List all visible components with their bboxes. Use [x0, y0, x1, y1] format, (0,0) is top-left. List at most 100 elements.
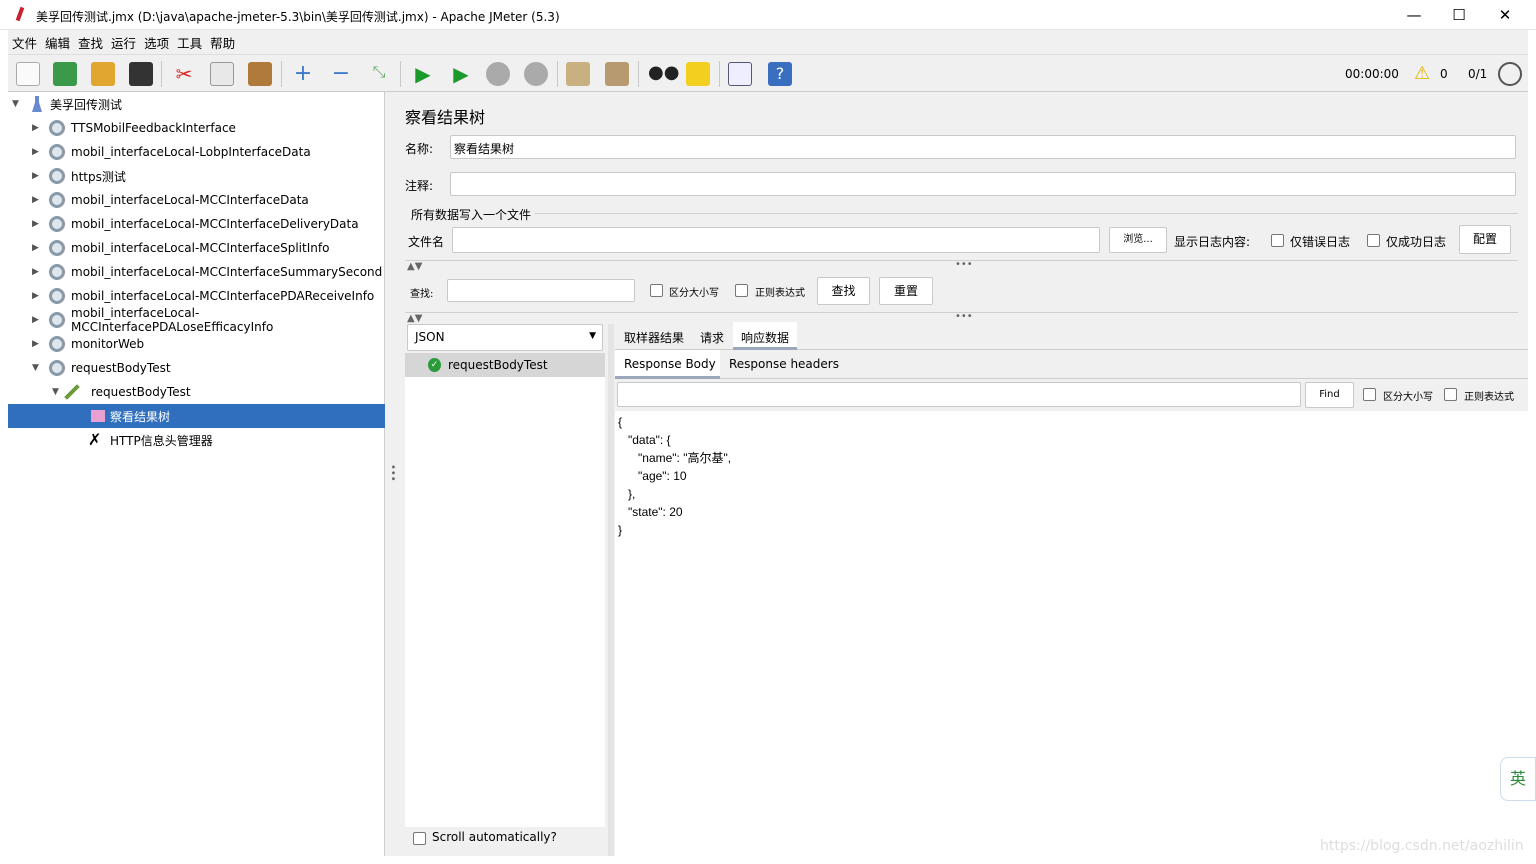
- gear-icon: [49, 240, 65, 256]
- new-icon[interactable]: [16, 62, 40, 86]
- renderer-dropdown[interactable]: JSON ▼: [407, 324, 603, 351]
- chevron-right-icon[interactable]: ▶: [32, 339, 39, 349]
- menu-search[interactable]: 查找: [78, 33, 103, 52]
- start-no-pause-icon[interactable]: ▶: [449, 62, 473, 86]
- body-case-checkbox[interactable]: [1363, 388, 1376, 401]
- tree-item-thread-group[interactable]: ▶ mobil_interfaceLocal-LobpInterfaceData: [8, 140, 385, 164]
- success-only-checkbox[interactable]: [1367, 234, 1380, 247]
- splitter-handle-icon[interactable]: •••: [955, 259, 973, 270]
- search-icon[interactable]: ●●: [648, 62, 679, 86]
- search-field[interactable]: [447, 279, 635, 302]
- tree-item-header-manager[interactable]: ✗ HTTP信息头管理器: [8, 428, 385, 452]
- collapse-arrows-icon[interactable]: ▲▼: [407, 261, 422, 272]
- start-icon[interactable]: ▶: [411, 62, 435, 86]
- copy-icon[interactable]: [210, 62, 234, 86]
- tree-item-thread-group[interactable]: ▶ https测试: [8, 164, 385, 188]
- find-button[interactable]: 查找: [817, 277, 870, 305]
- clear-icon[interactable]: [566, 62, 590, 86]
- tree-item-thread-group[interactable]: ▶ mobil_interfaceLocal-MCCInterfacePDARec…: [8, 284, 385, 308]
- comment-field[interactable]: [450, 172, 1516, 196]
- shutdown-icon[interactable]: [524, 62, 548, 86]
- chevron-right-icon[interactable]: ▶: [32, 195, 39, 205]
- minimize-button[interactable]: —: [1391, 4, 1437, 26]
- chevron-right-icon[interactable]: ▶: [32, 291, 39, 301]
- menu-edit[interactable]: 编辑: [45, 33, 70, 52]
- tree-item-thread-group[interactable]: ▶ TTSMobilFeedbackInterface: [8, 116, 385, 140]
- tab-sampler-result[interactable]: 取样器结果: [624, 329, 684, 346]
- expand-icon[interactable]: +: [291, 62, 315, 86]
- tab-request[interactable]: 请求: [700, 329, 724, 346]
- tree-item-thread-group[interactable]: ▶ mobil_interfaceLocal-MCCInterfaceDelive…: [8, 212, 385, 236]
- chevron-right-icon[interactable]: ▶: [32, 243, 39, 253]
- menu-help[interactable]: 帮助: [210, 33, 235, 52]
- configure-button[interactable]: 配置: [1459, 225, 1511, 254]
- splitter-handle-icon[interactable]: •••: [955, 311, 973, 322]
- warning-icon[interactable]: ⚠: [1414, 63, 1430, 84]
- stop-icon[interactable]: [486, 62, 510, 86]
- search-label: 查找:: [410, 289, 434, 300]
- regex-checkbox[interactable]: [735, 284, 748, 297]
- tree-item-thread-group[interactable]: ▶ monitorWeb: [8, 332, 385, 356]
- chevron-right-icon[interactable]: ▶: [32, 315, 39, 325]
- close-button[interactable]: ✕: [1482, 4, 1528, 26]
- chevron-right-icon[interactable]: ▶: [32, 147, 39, 157]
- renderer-value: JSON: [415, 330, 445, 344]
- save-icon[interactable]: [129, 62, 153, 86]
- toggle-icon[interactable]: ⤡: [367, 62, 391, 86]
- chevron-right-icon[interactable]: ▶: [32, 219, 39, 229]
- tab-response-data[interactable]: 响应数据: [733, 322, 797, 350]
- subtab-response-headers[interactable]: Response headers: [729, 357, 839, 371]
- result-item[interactable]: ✓ requestBodyTest: [405, 353, 605, 377]
- collapse-icon[interactable]: −: [329, 62, 353, 86]
- cut-icon[interactable]: ✂: [172, 62, 196, 86]
- tree-root[interactable]: ▼ 美孚回传测试: [8, 92, 385, 116]
- subtab-response-body[interactable]: Response Body: [615, 350, 720, 379]
- tree-item-view-results-tree[interactable]: 察看结果树: [8, 404, 385, 428]
- tree-item-thread-group[interactable]: ▶ mobil_interfaceLocal-MCCInterfaceSplitI…: [8, 236, 385, 260]
- results-splitter[interactable]: [608, 324, 614, 856]
- gear-icon: [49, 120, 65, 136]
- clear-all-icon[interactable]: [605, 62, 629, 86]
- browse-button[interactable]: 浏览...: [1109, 227, 1167, 253]
- chevron-down-icon[interactable]: ▼: [32, 363, 39, 373]
- body-search-field[interactable]: [617, 382, 1301, 407]
- menu-options[interactable]: 选项: [144, 33, 169, 52]
- errors-only-checkbox[interactable]: [1271, 234, 1284, 247]
- chevron-right-icon[interactable]: ▶: [32, 123, 39, 133]
- help-icon[interactable]: ?: [768, 62, 792, 86]
- results-detail: 取样器结果 请求 响应数据 Response Body Response hea…: [615, 322, 1528, 856]
- filename-field[interactable]: [452, 227, 1100, 253]
- scroll-auto-checkbox[interactable]: [413, 832, 426, 845]
- body-regex-checkbox[interactable]: [1444, 388, 1457, 401]
- vertical-splitter[interactable]: •••: [385, 92, 398, 856]
- tree-item-sampler[interactable]: ▼ requestBodyTest: [8, 380, 385, 404]
- menu-run[interactable]: 运行: [111, 33, 136, 52]
- menu-tools[interactable]: 工具: [177, 33, 202, 52]
- test-plan-tree: ▼ 美孚回传测试 ▶ TTSMobilFeedbackInterface ▶ mobi…: [8, 92, 385, 856]
- body-find-button[interactable]: Find: [1305, 382, 1354, 408]
- gear-icon: [49, 288, 65, 304]
- wrench-icon: ✗: [88, 430, 102, 449]
- menu-file[interactable]: 文件: [12, 33, 37, 52]
- remote-icon[interactable]: [1498, 62, 1522, 86]
- response-body-text[interactable]: { "data": { "name": "高尔基", "age": 10 }, …: [618, 413, 731, 539]
- function-helper-icon[interactable]: [728, 62, 752, 86]
- ime-indicator[interactable]: 英: [1500, 757, 1536, 801]
- reset-button[interactable]: 重置: [879, 277, 933, 305]
- file-group-label: 所有数据写入一个文件: [411, 208, 532, 222]
- case-sensitive-checkbox[interactable]: [650, 284, 663, 297]
- collapse-arrows-icon[interactable]: ▲▼: [407, 313, 422, 324]
- tree-item-thread-group[interactable]: ▼ requestBodyTest: [8, 356, 385, 380]
- templates-icon[interactable]: [53, 62, 77, 86]
- tree-item-thread-group[interactable]: ▶ mobil_interfaceLocal-MCCInterfaceData: [8, 188, 385, 212]
- tree-item-thread-group[interactable]: ▶ mobil_interfaceLocal-MCCInterfacePDALos…: [8, 306, 385, 334]
- maximize-button[interactable]: ☐: [1436, 4, 1482, 26]
- chevron-right-icon[interactable]: ▶: [32, 267, 39, 277]
- reset-search-icon[interactable]: [686, 62, 710, 86]
- tree-item-thread-group[interactable]: ▶ mobil_interfaceLocal-MCCInterfaceSummar…: [8, 260, 385, 284]
- paste-icon[interactable]: [248, 62, 272, 86]
- open-icon[interactable]: [91, 62, 115, 86]
- name-field[interactable]: 察看结果树: [450, 135, 1516, 159]
- view-results-tree-panel: 察看结果树 名称: 察看结果树 注释: 所有数据写入一个文件 文件名 浏览...…: [395, 92, 1528, 856]
- chevron-right-icon[interactable]: ▶: [32, 171, 39, 181]
